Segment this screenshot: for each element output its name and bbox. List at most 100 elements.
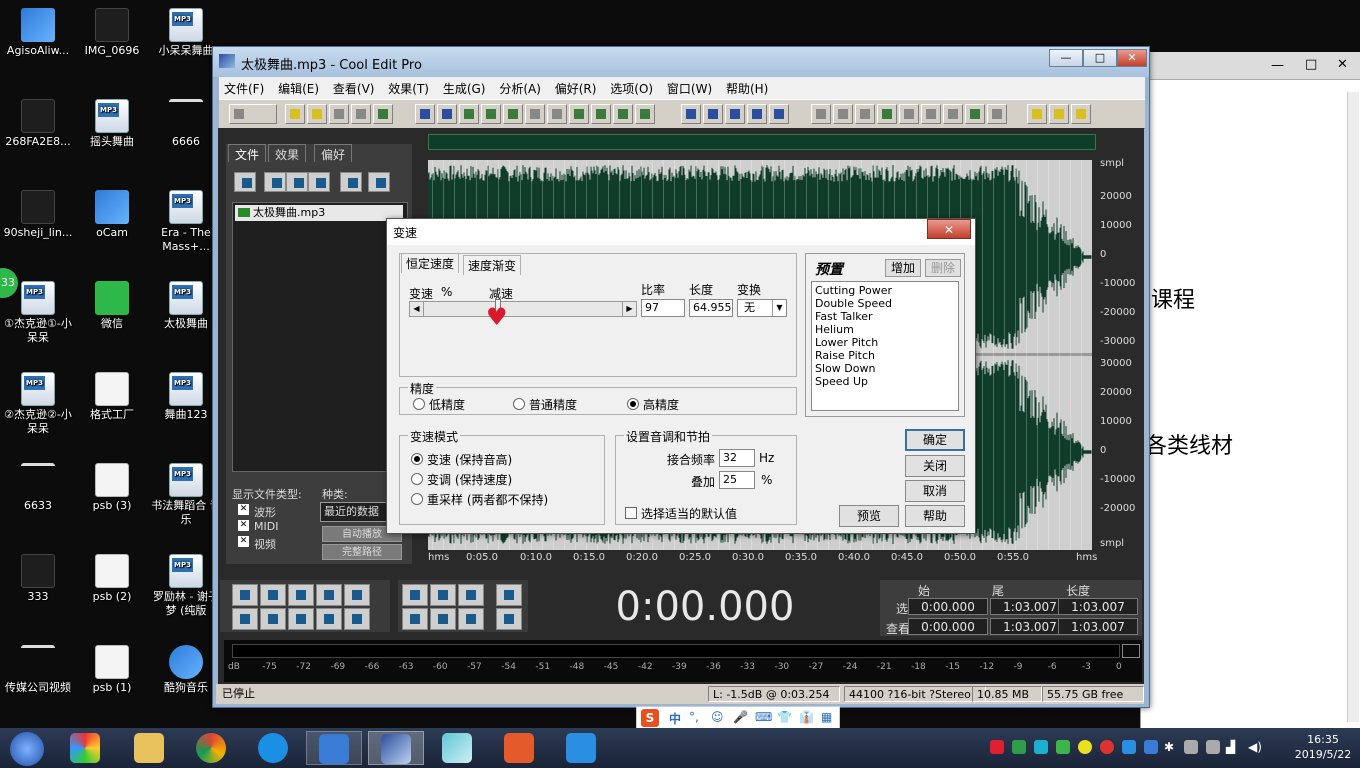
list-item[interactable]: Raise Pitch (815, 349, 955, 362)
filetype-wave-checkbox[interactable]: 波形 (238, 504, 276, 520)
start-button[interactable] (0, 731, 56, 766)
help-icon[interactable] (1071, 104, 1091, 124)
grid-icon[interactable] (769, 104, 789, 124)
cut-icon[interactable] (525, 104, 545, 124)
taskbar-app[interactable] (430, 731, 486, 765)
zoom-selection-icon[interactable] (458, 608, 484, 630)
list-item[interactable]: Slow Down (815, 362, 955, 375)
desktop-icon[interactable]: psb (3) (74, 459, 150, 547)
tray-app-icon[interactable] (1012, 740, 1026, 754)
ratio-input[interactable]: 97 (641, 299, 685, 317)
meter-icon[interactable] (965, 104, 985, 124)
menu-analyze[interactable]: 分析(A) (494, 77, 546, 97)
desktop-icon[interactable]: 6633 (0, 459, 76, 547)
tray-app-icon[interactable] (1144, 740, 1158, 754)
zoom-full-icon[interactable] (458, 584, 484, 606)
zoom-icon[interactable] (899, 104, 919, 124)
tray-app-icon[interactable] (1206, 740, 1220, 754)
tray-app-icon[interactable] (990, 740, 1004, 754)
status-icon[interactable] (987, 104, 1007, 124)
go-to-start-icon[interactable] (232, 608, 258, 630)
list-item[interactable]: Cutting Power (815, 284, 955, 297)
desktop-icon[interactable]: 传媒公司视频 (0, 641, 76, 729)
view-start-field[interactable]: 0:00.000 (908, 618, 988, 635)
zoom-in-icon[interactable] (402, 584, 428, 606)
full-path-button[interactable]: 完整路径 (322, 544, 402, 560)
new-file-icon[interactable] (285, 104, 305, 124)
delete-preset-button[interactable]: 删除 (925, 259, 961, 277)
zoom-vertical-in-icon[interactable] (496, 584, 522, 606)
save-all-icon[interactable] (373, 104, 393, 124)
options-icon[interactable] (340, 172, 362, 192)
rewind-icon[interactable] (260, 608, 286, 630)
zoom-out-icon[interactable] (430, 584, 456, 606)
speed-slider[interactable]: ◀ ▶ (409, 299, 637, 319)
length-input[interactable]: 64.955 (689, 299, 733, 317)
desktop-icon[interactable]: 333 (0, 550, 76, 638)
list-item[interactable]: Fast Talker (815, 310, 955, 323)
close-button[interactable]: ✕ (1117, 49, 1147, 67)
desktop-icon[interactable]: ①杰克逊①-小呆呆 (0, 277, 76, 365)
frequency-icon[interactable] (725, 104, 745, 124)
ime-mode-toggle[interactable]: 中 (669, 710, 681, 727)
desktop-icon[interactable]: ②杰克逊②-小呆呆 (0, 368, 76, 456)
tab-constant-speed[interactable]: 恒定速度 (401, 253, 460, 273)
chevron-down-icon[interactable]: ▼ (772, 300, 786, 316)
maximize-button[interactable]: □ (1083, 49, 1117, 67)
taskbar-app[interactable] (122, 731, 178, 765)
insert-icon[interactable] (308, 172, 330, 192)
menu-generate[interactable]: 生成(G) (438, 77, 491, 97)
zoom-vertical-out-icon[interactable] (496, 608, 522, 630)
marker-icon[interactable] (703, 104, 723, 124)
ok-button[interactable]: 确定 (905, 429, 965, 451)
close-file-icon[interactable] (264, 172, 286, 192)
dialog-close-button[interactable]: ✕ (927, 219, 971, 239)
list-item[interactable]: Double Speed (815, 297, 955, 310)
taskbar-app[interactable] (246, 731, 302, 765)
add-preset-button[interactable]: 增加 (885, 259, 921, 277)
overlap-input[interactable]: 25 (719, 471, 755, 489)
slider-left-arrow-icon[interactable]: ◀ (410, 302, 424, 316)
paste-new-icon[interactable] (569, 104, 589, 124)
menu-effects[interactable]: 效果(T) (383, 77, 434, 97)
mode-pitch-radio[interactable]: 变调 (保持速度) (411, 471, 512, 488)
network-icon[interactable]: ▟ (1226, 740, 1240, 754)
desktop-icon[interactable]: 微信 (74, 277, 150, 365)
panel-icon[interactable] (811, 104, 831, 124)
tray-app-icon[interactable] (1184, 740, 1198, 754)
clock[interactable]: 16:35 2019/5/22 (1290, 732, 1356, 762)
precision-high-radio[interactable]: 高精度 (627, 396, 679, 413)
taskbar-app[interactable] (492, 731, 548, 765)
tray-app-icon[interactable] (1122, 740, 1136, 754)
clothes-icon[interactable]: 👔 (799, 710, 814, 724)
pause-icon[interactable] (288, 584, 314, 606)
menu-window[interactable]: 窗口(W) (662, 77, 717, 97)
desktop-icon[interactable]: 摇头舞曲 (74, 95, 150, 183)
edit-script-icon[interactable] (1049, 104, 1069, 124)
selection-length-field[interactable]: 1:03.007 (1058, 598, 1138, 615)
zoom-left-icon[interactable] (402, 608, 428, 630)
menu-favorites[interactable]: 偏好(R) (550, 77, 602, 97)
tab-effects[interactable]: 效果 (268, 144, 307, 162)
undo-icon[interactable] (415, 104, 435, 124)
save-as-icon[interactable] (351, 104, 371, 124)
copy-icon[interactable] (481, 104, 501, 124)
go-to-end-icon[interactable] (316, 608, 342, 630)
list-item[interactable]: Helium (815, 323, 955, 336)
menu-edit[interactable]: 编辑(E) (273, 77, 324, 97)
help-icon[interactable] (368, 172, 390, 192)
volume-icon[interactable]: ◀) (1248, 740, 1262, 754)
save-icon[interactable] (329, 104, 349, 124)
settings-icon[interactable] (1027, 104, 1047, 124)
emoji-icon[interactable]: ☺ (711, 710, 724, 724)
scrollbar[interactable] (1347, 92, 1359, 722)
tray-app-icon[interactable] (1056, 740, 1070, 754)
splice-frequency-input[interactable]: 32 (719, 449, 755, 467)
taskbar-app[interactable] (58, 731, 114, 765)
fast-forward-icon[interactable] (288, 608, 314, 630)
list-icon[interactable] (833, 104, 853, 124)
open-folder-icon[interactable] (234, 172, 256, 192)
desktop-icon[interactable]: 268FA2E8... (0, 95, 76, 183)
open-folder-icon[interactable] (307, 104, 327, 124)
desktop-icon[interactable]: oCam (74, 186, 150, 274)
